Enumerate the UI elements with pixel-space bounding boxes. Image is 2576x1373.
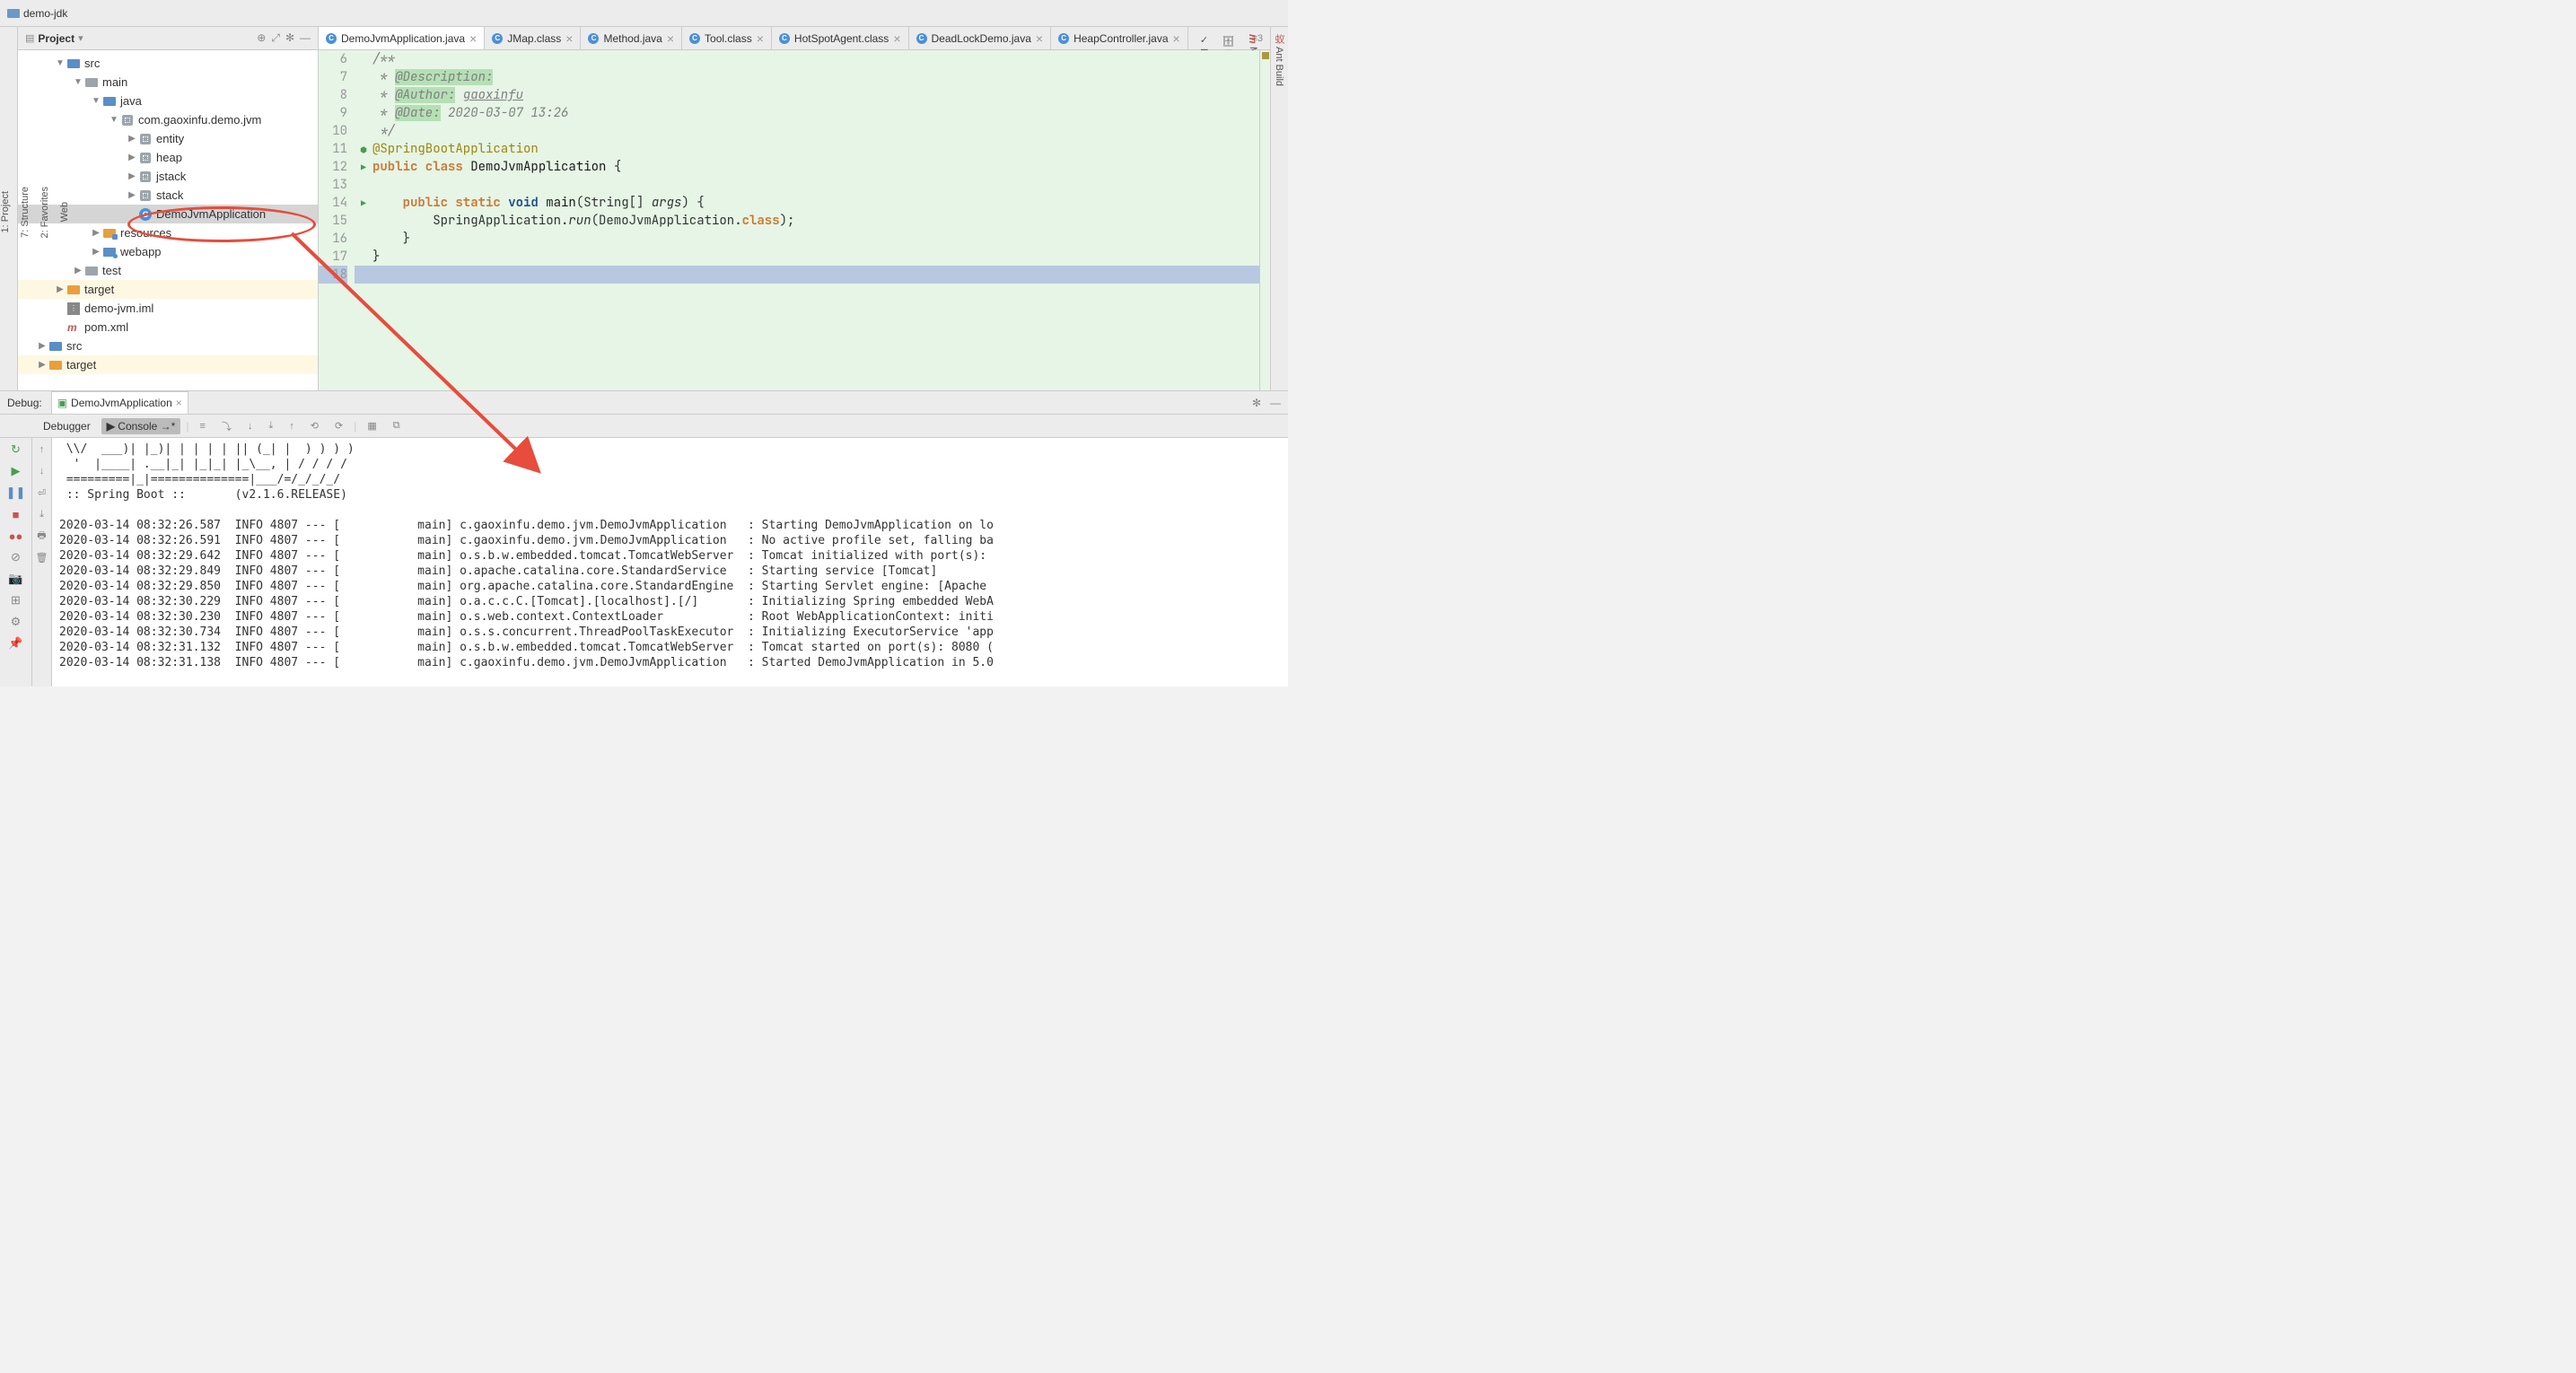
top-toolbar: demo-jdk — [0, 0, 1288, 27]
thread-icon[interactable]: ⊞ — [8, 592, 24, 608]
debug-tool-window: Debug: ▣DemoJvmApplication × ✻ — Debugge… — [0, 390, 1288, 686]
step-out-icon[interactable]: ↓ — [242, 419, 258, 433]
debug-settings-icon[interactable]: ✻ — [1252, 397, 1261, 409]
view-breakpoints-icon[interactable]: ●● — [8, 528, 24, 544]
frames-icon[interactable]: ▦ — [362, 418, 381, 433]
close-icon[interactable]: × — [1036, 31, 1043, 46]
close-icon[interactable]: × — [667, 31, 674, 46]
project-label: demo-jdk — [7, 7, 67, 20]
settings-debug-icon[interactable]: ⚙ — [8, 614, 24, 630]
console-tab[interactable]: ▶ Console →* — [101, 418, 181, 434]
debug-action-strip: ↻ ▶ ❚❚ ■ ●● ⊘ 📷 ⊞ ⚙ 📌 — [0, 438, 32, 686]
scroll-end-icon[interactable]: ⤓ — [34, 506, 50, 522]
close-icon[interactable]: × — [757, 31, 764, 46]
class-icon: C — [1058, 33, 1069, 44]
layout-icon[interactable]: ⧉ — [388, 418, 406, 433]
drop-frame-icon[interactable]: ⟲ — [305, 418, 324, 433]
expand-icon[interactable]: ⤢ — [271, 31, 280, 45]
tab-favorites[interactable]: 2: Favorites — [39, 187, 50, 238]
pin-icon[interactable]: 📌 — [8, 635, 24, 652]
editor-tab[interactable]: CDemoJvmApplication.java× — [319, 27, 485, 49]
run-to-cursor-icon[interactable]: ↑ — [284, 419, 300, 433]
debug-label: Debug: — [7, 397, 42, 409]
step-over-icon[interactable]: ≡ — [194, 419, 210, 433]
close-icon[interactable]: × — [893, 31, 900, 46]
editor-tab[interactable]: CTool.class× — [682, 27, 772, 49]
console-output[interactable]: \\/ ___)| |_)| | | | | || (_| | ) ) ) ) … — [52, 438, 1288, 686]
left-tool-strip: 1: Project 7: Structure 2: Favorites Web — [0, 27, 18, 390]
down-arrow-icon[interactable]: ↓ — [34, 463, 50, 479]
close-icon[interactable]: × — [565, 31, 573, 46]
locate-icon[interactable]: ⊕ — [257, 31, 266, 45]
maven-icon: m — [67, 321, 80, 334]
rerun-icon[interactable]: ↻ — [8, 442, 24, 458]
editor-tab[interactable]: CHeapController.java× — [1051, 27, 1188, 49]
editor-tab[interactable]: CJMap.class× — [485, 27, 581, 49]
resume-icon[interactable]: ▶ — [8, 463, 24, 479]
class-icon: C — [689, 33, 700, 44]
class-icon: C — [492, 33, 503, 44]
class-icon: C — [588, 33, 599, 44]
soft-wrap-icon[interactable]: ⏎ — [34, 485, 50, 501]
up-arrow-icon[interactable]: ↑ — [34, 442, 50, 458]
project-panel-title: Project — [38, 32, 74, 45]
editor-tab[interactable]: CMethod.java× — [581, 27, 682, 49]
clear-icon[interactable]: 🗑 — [34, 549, 50, 565]
force-step-icon[interactable]: ⤓ — [263, 418, 278, 433]
stop-icon[interactable]: ■ — [8, 506, 24, 522]
iml-icon: ⋮ — [67, 302, 80, 315]
class-icon: C — [779, 33, 790, 44]
tab-structure[interactable]: 7: Structure — [20, 187, 31, 238]
close-icon[interactable]: × — [469, 31, 477, 46]
class-icon: C — [916, 33, 927, 44]
step-into-icon[interactable]: ⤵ — [216, 417, 237, 435]
app-icon: ▣ — [57, 397, 67, 409]
debug-hide-icon[interactable]: — — [1270, 397, 1281, 409]
editor-tabs: CDemoJvmApplication.java×CJMap.class×CMe… — [319, 27, 1270, 50]
close-icon[interactable]: × — [1173, 31, 1180, 46]
debugger-tab[interactable]: Debugger — [38, 418, 96, 434]
tab-project[interactable]: 1: Project — [0, 191, 11, 232]
editor-tab[interactable]: CDeadLockDemo.java× — [909, 27, 1052, 49]
code-editor[interactable]: 6789101112131415161718 ⬢▶▶ /** * @Descri… — [319, 50, 1270, 390]
evaluate-icon[interactable]: ⟳ — [329, 418, 348, 433]
hide-icon[interactable]: — — [300, 31, 311, 45]
project-icon: ▤ — [25, 32, 34, 44]
mute-breakpoints-icon[interactable]: ⊘ — [8, 549, 24, 565]
tab-ant[interactable]: 蚁 Ant Build — [1270, 34, 1288, 390]
editor-tab[interactable]: CHotSpotAgent.class× — [772, 27, 909, 49]
camera-icon[interactable]: 📷 — [8, 571, 24, 587]
right-tool-strip: 蚁 Ant Build m Maven 🗄 Database ✓ Bean Va… — [1270, 27, 1288, 390]
tab-web[interactable]: Web — [59, 202, 70, 222]
print-icon[interactable]: 🖶 — [34, 528, 50, 544]
folder-icon — [7, 9, 20, 18]
pause-icon[interactable]: ❚❚ — [8, 485, 24, 501]
class-icon: C — [326, 33, 337, 44]
debug-config-tab[interactable]: ▣DemoJvmApplication × — [51, 391, 188, 414]
settings-icon[interactable]: ✻ — [285, 31, 294, 45]
warning-marker[interactable] — [1262, 52, 1269, 59]
